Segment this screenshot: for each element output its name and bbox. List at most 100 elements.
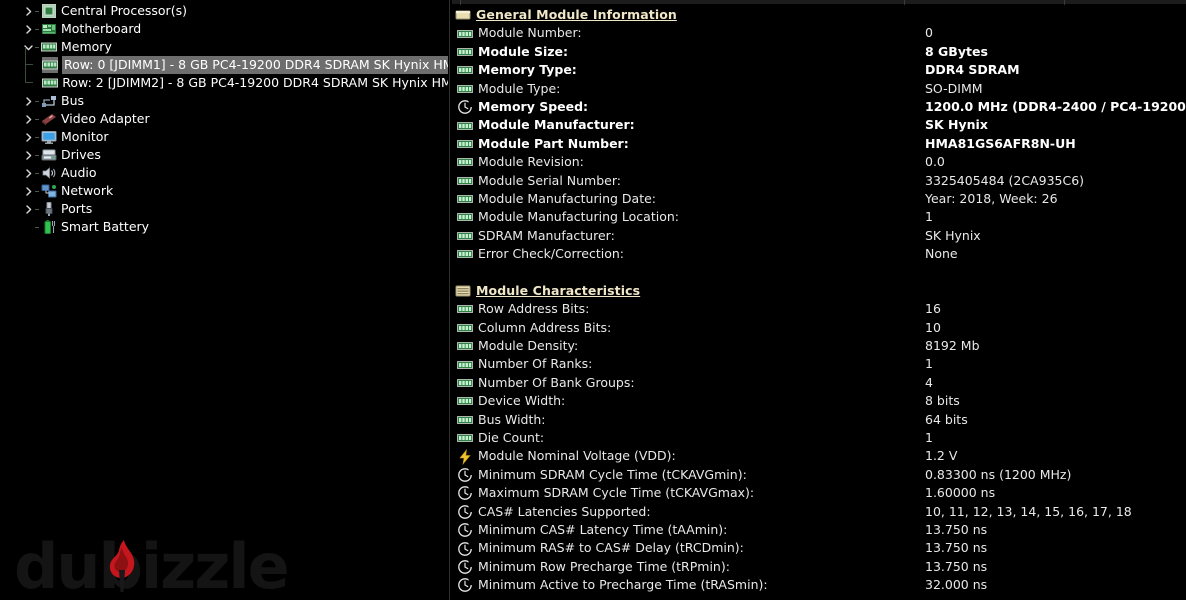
chevron-right-icon[interactable] [22,128,35,146]
chevron-right-icon[interactable] [22,20,35,38]
chevron-right-icon[interactable] [22,92,35,110]
detail-label: Minimum RAS# to CAS# Delay (tRCDmin): [478,540,744,556]
detail-label: Module Type: [478,80,561,96]
detail-row[interactable]: CAS# Latencies Supported: 10, 11, 12, 13,… [452,503,1186,521]
tree-item-video-adapter[interactable]: Video Adapter [0,110,448,128]
tree-item-ports[interactable]: Ports [0,200,448,218]
section-header-general-module-information[interactable]: General Module Information [452,6,1186,24]
aida64-window: Central Processor(s) Motherboard Memory Row… [0,0,1186,600]
detail-row[interactable]: Minimum Active to Precharge Time (tRASmi… [452,576,1186,594]
detail-label: Module Manufacturing Location: [478,209,679,225]
detail-row[interactable]: Minimum RAS# to CAS# Delay (tRCDmin): 13.… [452,539,1186,557]
detail-row[interactable]: Module Manufacturer: SK Hynix [452,116,1186,134]
dubizzle-watermark: dubizzle [6,514,290,600]
tree-item-memory[interactable]: Memory [0,38,448,56]
detail-label: Minimum SDRAM Cycle Time (tCKAVGmin): [478,466,747,482]
detail-row[interactable]: Memory Speed: 1200.0 MHz (DDR4-2400 / PC4… [452,98,1186,116]
section-title: General Module Information [476,7,677,22]
tree-item-audio[interactable]: Audio [0,164,448,182]
detail-label: SDRAM Manufacturer: [478,227,615,243]
chevron-right-icon[interactable] [22,110,35,128]
detail-row[interactable]: Minimum SDRAM Cycle Time (tCKAVGmin): 0.8… [452,466,1186,484]
tree-item-monitor[interactable]: Monitor [0,128,448,146]
detail-row[interactable]: Bus Width: 64 bits [452,411,1186,429]
clock-icon [457,504,473,520]
tree-item-bus[interactable]: Bus [0,92,448,110]
chevron-right-icon[interactable] [22,2,35,20]
module-details-panel[interactable]: General Module Information Module Number:… [452,0,1186,600]
chevron-right-icon[interactable] [22,200,35,218]
chevron-right-icon[interactable] [22,146,35,164]
detail-row[interactable]: Row Address Bits: 16 [452,300,1186,318]
tree-item-smart-battery[interactable]: Smart Battery [0,218,448,236]
detail-value: 13.750 ns [925,540,988,556]
detail-row[interactable]: Number Of Ranks: 1 [452,355,1186,373]
detail-value: 64 bits [925,411,968,427]
detail-row[interactable]: Maximum SDRAM Cycle Time (tCKAVGmax): 1.6… [452,484,1186,502]
chevron-right-icon[interactable] [22,164,35,182]
bus-icon [41,93,57,109]
detail-row[interactable]: Die Count: 1 [452,429,1186,447]
detail-value: None [925,246,958,262]
memory-chip-icon [457,357,473,373]
ports-icon [41,201,57,217]
detail-label: Module Manufacturer: [478,117,635,133]
memory-chip-icon [457,228,473,244]
memory-chip-icon [457,209,473,225]
detail-row[interactable]: Memory Type: DDR4 SDRAM [452,61,1186,79]
memory-chip-icon [457,430,473,446]
detail-value: 10 [925,319,941,335]
clock-icon [457,522,473,538]
tree-item-drives[interactable]: Drives [0,146,448,164]
detail-label: Minimum CAS# Latency Time (tAAmin): [478,521,728,537]
detail-value: 10, 11, 12, 13, 14, 15, 16, 17, 18 [925,503,1132,519]
detail-label: Minimum Row Precharge Time (tRPmin): [478,558,730,574]
detail-row[interactable]: Module Manufacturing Location: 1 [452,208,1186,226]
section-header-module-characteristics[interactable]: Module Characteristics [452,282,1186,300]
detail-value: 8 bits [925,393,960,409]
tree-item-motherboard[interactable]: Motherboard [0,20,448,38]
detail-row[interactable]: Number Of Bank Groups: 4 [452,374,1186,392]
detail-row[interactable]: Minimum CAS# Latency Time (tAAmin): 13.75… [452,521,1186,539]
detail-label: Module Nominal Voltage (VDD): [478,448,676,464]
detail-row[interactable]: Module Manufacturing Date: Year: 2018, We… [452,190,1186,208]
detail-row[interactable]: Module Size: 8 GBytes [452,43,1186,61]
tree-item-label: Central Processor(s) [61,3,187,18]
detail-row[interactable]: Device Width: 8 bits [452,392,1186,410]
detail-value: 0.83300 ns (1200 MHz) [925,466,1072,482]
hardware-tree-list[interactable]: Central Processor(s) Motherboard Memory Row… [0,2,448,236]
hardware-tree-panel[interactable]: Central Processor(s) Motherboard Memory Row… [0,0,448,600]
detail-row[interactable]: Module Number: 0 [452,24,1186,42]
detail-row[interactable]: Module Part Number: HMA81GS6AFR8N-UH [452,135,1186,153]
cpu-icon [41,3,57,19]
detail-row[interactable]: Module Revision: 0.0 [452,153,1186,171]
detail-row[interactable]: Minimum Row Precharge Time (tRPmin): 13.7… [452,558,1186,576]
tree-item-row-2-jdimm2-8-gb-pc4-19200-ddr4-sdram-s[interactable]: Row: 2 [JDIMM2] - 8 GB PC4-19200 DDR4 SD… [0,65,448,92]
clock-icon [457,559,473,575]
detail-value: 3325405484 (2CA935C6) [925,172,1085,188]
detail-label: Module Size: [478,43,569,59]
detail-row[interactable]: Module Type: SO-DIMM [452,80,1186,98]
detail-label: Module Part Number: [478,135,629,151]
clock-icon [457,99,473,115]
detail-value: 1 [925,356,933,372]
chevron-right-icon[interactable] [22,182,35,200]
detail-row[interactable]: Module Nominal Voltage (VDD): 1.2 V [452,447,1186,465]
clock-icon [457,467,473,483]
detail-row[interactable]: Module Serial Number: 3325405484 (2CA935C… [452,172,1186,190]
detail-row[interactable]: Error Check/Correction: None [452,245,1186,263]
detail-label: Module Number: [478,25,582,41]
detail-label: Bus Width: [478,411,546,427]
tree-item-central-processor-s[interactable]: Central Processor(s) [0,2,448,20]
tree-item-label: Row: 2 [JDIMM2] - 8 GB PC4-19200 DDR4 SD… [62,75,448,90]
tree-item-row-0-jdimm1-8-gb-pc4-19200-ddr4-sdram-s[interactable]: Row: 0 [JDIMM1] - 8 GB PC4-19200 DDR4 SD… [0,47,448,74]
detail-row[interactable]: SDRAM Manufacturer: SK Hynix [452,227,1186,245]
tree-item-label: Memory [61,39,112,54]
tree-item-label: Smart Battery [61,219,150,234]
detail-row[interactable]: Column Address Bits: 10 [452,319,1186,337]
detail-value: 1.2 V [925,448,958,464]
detail-row[interactable]: Module Density: 8192 Mb [452,337,1186,355]
detail-value: 1 [925,429,933,445]
tree-item-network[interactable]: Network [0,182,448,200]
detail-label: Memory Speed: [478,98,589,114]
